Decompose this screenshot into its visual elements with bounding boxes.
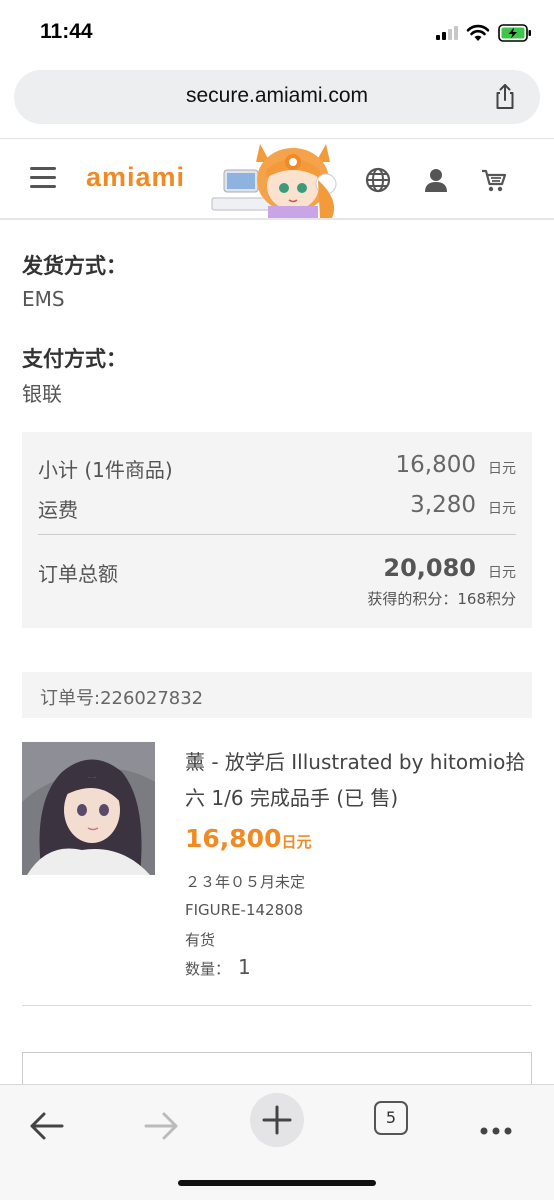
forward-icon[interactable] [134, 1099, 188, 1153]
subtotal-row: 小计 (1件商品) 16,800 日元 [38, 452, 516, 483]
plus-icon [262, 1105, 292, 1135]
quantity-label: 数量： [185, 960, 231, 978]
quantity-value: 1 [238, 955, 251, 979]
user-icon[interactable] [422, 166, 450, 194]
order-number: 订单号:226027832 [40, 688, 204, 709]
shipping-fee-row: 运费 3,280 日元 [38, 492, 516, 523]
cart-icon[interactable] [480, 166, 508, 194]
new-tab-button[interactable] [250, 1093, 304, 1147]
address-bar[interactable]: secure.amiami.com [14, 70, 540, 124]
home-indicator [178, 1180, 376, 1186]
status-icons [436, 22, 532, 44]
subtotal-amount: 16,800 [395, 452, 476, 478]
site-header: amiami [0, 140, 554, 218]
currency-unit: 日元 [488, 565, 516, 581]
subtotal-label: 小计 (1件商品) [38, 458, 173, 482]
product-code: FIGURE-142808 [185, 901, 304, 919]
divider [0, 218, 554, 220]
points-earned: 获得的积分：168积分 [367, 590, 516, 608]
site-logo[interactable]: amiami [86, 162, 185, 193]
payment-method-label: 支付方式： [22, 347, 127, 371]
divider [38, 534, 516, 535]
back-icon[interactable] [20, 1099, 74, 1153]
url-text[interactable]: secure.amiami.com [14, 84, 540, 108]
product-price: 16,800日元 [185, 824, 312, 853]
status-bar: 11:44 [0, 0, 554, 66]
total-amount: 20,080 [383, 554, 476, 582]
status-time: 11:44 [40, 20, 93, 43]
battery-charging-icon [498, 24, 531, 42]
product-price-unit: 日元 [281, 833, 312, 851]
shipping-method-value: EMS [22, 287, 65, 311]
quantity: 数量： 1 [185, 955, 251, 979]
product-price-amount: 16,800 [185, 824, 282, 853]
product-image[interactable] [22, 742, 155, 875]
order-number-bar: 订单号:226027832 [22, 672, 532, 718]
order-summary: 小计 (1件商品) 16,800 日元 运费 3,280 日元 订单总额 日元 … [22, 432, 532, 628]
more-icon[interactable] [470, 1099, 524, 1153]
mascot-illustration [211, 144, 337, 218]
product-title[interactable]: 薰 - 放学后 Illustrated by hitomio拾六 1/6 完成品… [185, 744, 537, 816]
globe-icon[interactable] [364, 166, 392, 194]
shipping-fee-amount: 3,280 [410, 492, 476, 518]
stock-status: 有货 [185, 931, 216, 949]
hamburger-icon[interactable] [30, 167, 56, 189]
shipping-fee-label: 运费 [38, 498, 78, 522]
wifi-icon [466, 24, 490, 41]
currency-unit: 日元 [488, 461, 516, 477]
currency-unit: 日元 [488, 501, 516, 517]
divider [22, 1005, 532, 1006]
shipping-method-label: 发货方式： [22, 254, 127, 278]
divider [0, 138, 554, 139]
payment-method-value: 银联 [22, 382, 62, 406]
cellular-signal-icon [436, 26, 458, 40]
release-date: ２３年０５月未定 [185, 873, 306, 891]
share-icon[interactable] [490, 82, 520, 112]
tabs-button[interactable]: 5 [374, 1101, 408, 1135]
total-label: 订单总额 [38, 562, 118, 586]
